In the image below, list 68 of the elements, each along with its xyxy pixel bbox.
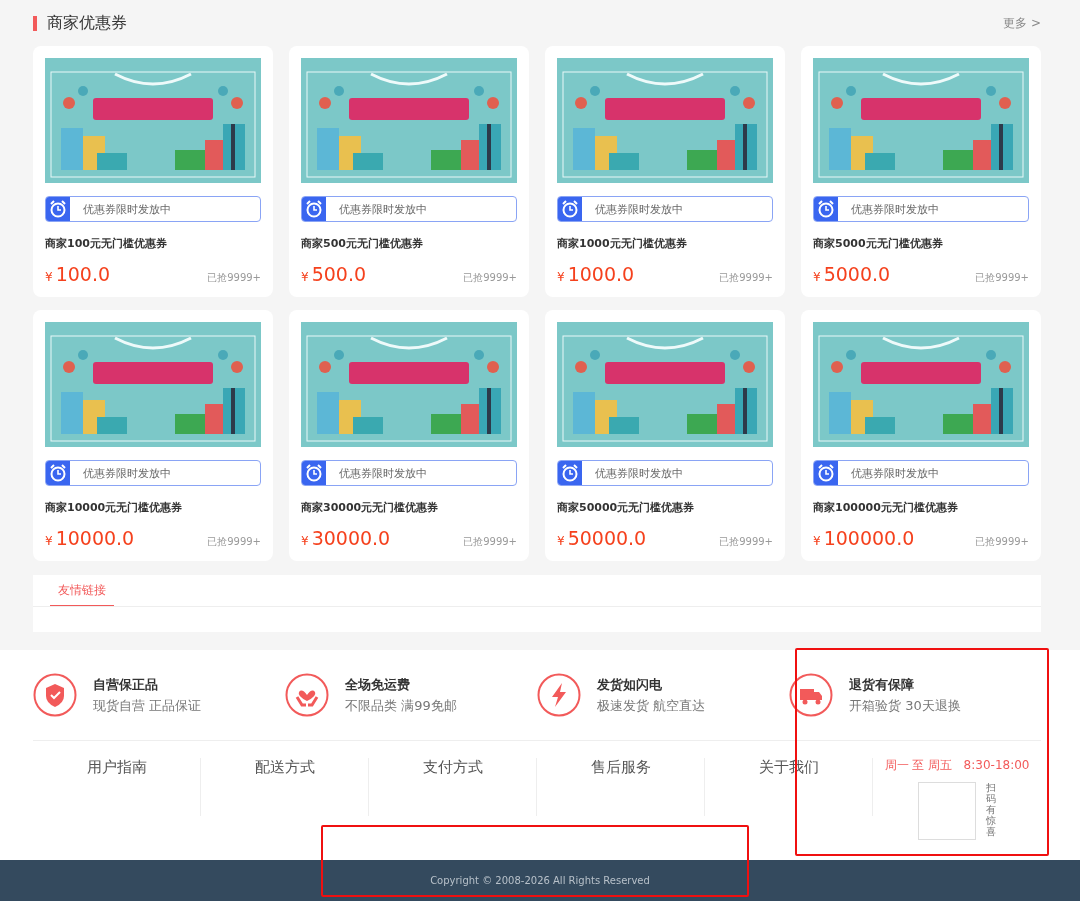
coupon-card[interactable]: 优惠券限时发放中 商家500元无门槛优惠券 ¥500.0 已抢9999+ <box>289 46 529 297</box>
alarm-clock-icon <box>302 197 326 221</box>
feature-title: 发货如闪电 <box>597 675 663 694</box>
coupon-price: ¥100000.0 <box>813 527 915 549</box>
promo-banner: 优惠券限时发放中 <box>813 196 1029 222</box>
coupon-card[interactable]: 优惠券限时发放中 商家10000元无门槛优惠券 ¥10000.0 已抢9999+ <box>33 310 273 561</box>
bolt-icon <box>537 673 581 717</box>
feature-title: 全场免运费 <box>345 675 411 694</box>
coupon-name: 商家500元无门槛优惠券 <box>301 236 424 251</box>
sold-count: 已抢9999+ <box>463 271 517 285</box>
alarm-clock-icon <box>814 461 838 485</box>
section-title: 商家优惠券 <box>47 12 127 34</box>
feature-subtitle: 不限品类 满99免邮 <box>345 696 457 715</box>
sold-count: 已抢9999+ <box>463 535 517 549</box>
alarm-clock-icon <box>302 461 326 485</box>
shield-icon <box>33 673 77 717</box>
coupon-name: 商家100元无门槛优惠券 <box>45 236 168 251</box>
feature-subtitle: 开箱验货 30天退换 <box>849 696 961 715</box>
copyright-text: Copyright © 2008-2026 All Rights Reserved <box>430 875 650 886</box>
coupon-card[interactable]: 优惠券限时发放中 商家1000元无门槛优惠券 ¥1000.0 已抢9999+ <box>545 46 785 297</box>
alarm-clock-icon <box>558 461 582 485</box>
sold-count: 已抢9999+ <box>207 535 261 549</box>
coupon-name: 商家10000元无门槛优惠券 <box>45 500 184 515</box>
sold-count: 已抢9999+ <box>719 535 773 549</box>
service-hours: 周一 至 周五 8:30-18:00 <box>884 757 1030 774</box>
alarm-clock-icon <box>558 197 582 221</box>
sold-count: 已抢9999+ <box>207 271 261 285</box>
promo-banner: 优惠券限时发放中 <box>45 196 261 222</box>
coupon-name: 商家1000元无门槛优惠券 <box>557 236 688 251</box>
feature-subtitle: 现货自营 正品保证 <box>93 696 202 715</box>
coupon-name: 商家5000元无门槛优惠券 <box>813 236 944 251</box>
coupon-price: ¥100.0 <box>45 263 111 285</box>
coupon-name: 商家30000元无门槛优惠券 <box>301 500 440 515</box>
coupon-card[interactable]: 优惠券限时发放中 商家100000元无门槛优惠券 ¥100000.0 已抢9999+ <box>801 310 1041 561</box>
footer-link[interactable]: 售后服务 <box>590 758 651 780</box>
sold-count: 已抢9999+ <box>975 535 1029 549</box>
promo-banner: 优惠券限时发放中 <box>301 196 517 222</box>
sold-count: 已抢9999+ <box>975 271 1029 285</box>
coupon-name: 商家100000元无门槛优惠券 <box>813 500 959 515</box>
promo-banner: 优惠券限时发放中 <box>557 196 773 222</box>
coupon-price: ¥50000.0 <box>557 527 647 549</box>
coupon-price: ¥500.0 <box>301 263 367 285</box>
alarm-clock-icon <box>46 461 70 485</box>
footer-link[interactable]: 用户指南 <box>86 758 147 780</box>
coupon-price: ¥5000.0 <box>813 263 891 285</box>
coupon-name: 商家50000元无门槛优惠券 <box>557 500 696 515</box>
feature-title: 退货有保障 <box>849 675 915 694</box>
coupon-card[interactable]: 优惠券限时发放中 商家100元无门槛优惠券 ¥100.0 已抢9999+ <box>33 46 273 297</box>
coupon-price: ¥30000.0 <box>301 527 391 549</box>
qr-caption: 扫码有惊喜 <box>986 782 996 839</box>
alarm-clock-icon <box>46 197 70 221</box>
sold-count: 已抢9999+ <box>719 271 773 285</box>
promo-banner: 优惠券限时发放中 <box>813 460 1029 486</box>
footer-link[interactable]: 配送方式 <box>254 758 315 780</box>
footer-link[interactable]: 支付方式 <box>422 758 483 780</box>
feature-subtitle: 极速发货 航空直达 <box>597 696 706 715</box>
promo-banner: 优惠券限时发放中 <box>301 460 517 486</box>
feature-title: 自营保正品 <box>93 675 159 694</box>
coupon-card[interactable]: 优惠券限时发放中 商家50000元无门槛优惠券 ¥50000.0 已抢9999+ <box>545 310 785 561</box>
truck-icon <box>789 673 833 717</box>
qr-code-placeholder <box>918 782 976 840</box>
alarm-clock-icon <box>814 197 838 221</box>
promo-banner: 优惠券限时发放中 <box>45 460 261 486</box>
promo-banner: 优惠券限时发放中 <box>557 460 773 486</box>
coupon-card[interactable]: 优惠券限时发放中 商家30000元无门槛优惠券 ¥30000.0 已抢9999+ <box>289 310 529 561</box>
coupon-price: ¥10000.0 <box>45 527 135 549</box>
coupon-price: ¥1000.0 <box>557 263 635 285</box>
coupon-card[interactable]: 优惠券限时发放中 商家5000元无门槛优惠券 ¥5000.0 已抢9999+ <box>801 46 1041 297</box>
